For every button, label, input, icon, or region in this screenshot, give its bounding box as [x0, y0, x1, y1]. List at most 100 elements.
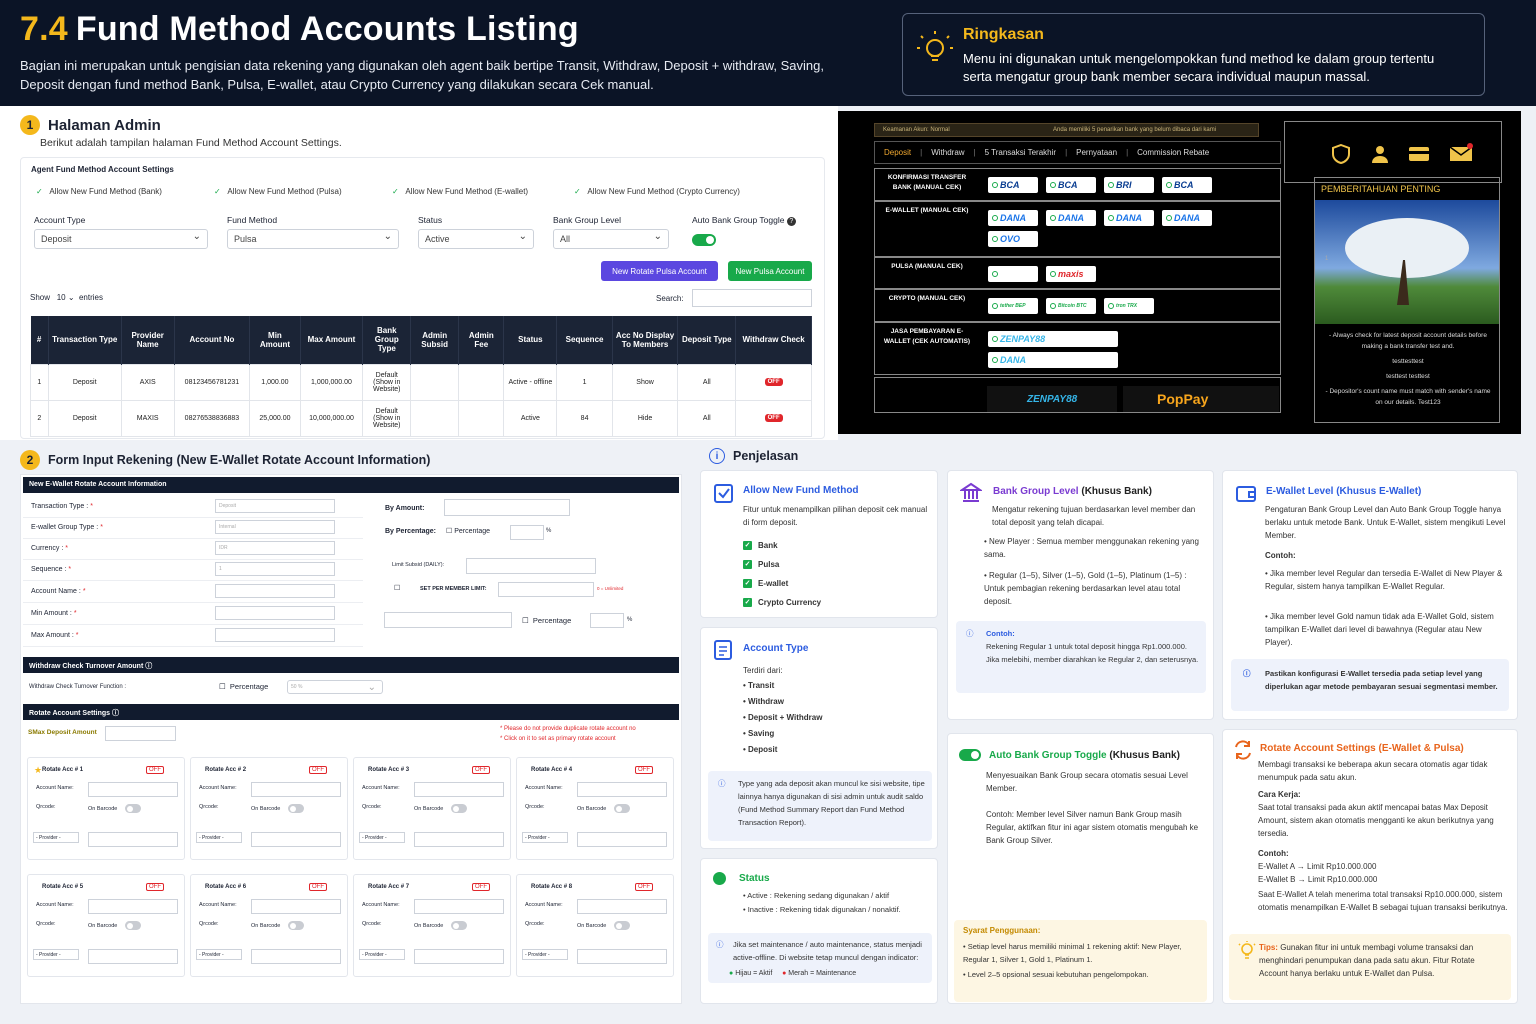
bank-group-level-select[interactable]: All [553, 229, 669, 249]
limit-input-2[interactable] [384, 612, 512, 628]
member-tab[interactable]: Commission Rebate [1137, 148, 1209, 157]
account-name-input[interactable] [577, 782, 667, 797]
table-header[interactable]: Status [503, 316, 558, 364]
barcode-toggle[interactable]: On Barcode [414, 921, 467, 930]
form-input[interactable]: IDR [215, 541, 335, 555]
account-no-input[interactable] [577, 832, 667, 847]
barcode-toggle[interactable]: On Barcode [414, 804, 467, 813]
barcode-toggle[interactable]: On Barcode [577, 804, 630, 813]
account-name-input[interactable] [414, 782, 504, 797]
barcode-toggle[interactable]: On Barcode [251, 921, 304, 930]
payment-option[interactable]: BCA [1046, 177, 1096, 193]
form-input[interactable]: 1 [215, 562, 335, 576]
form-input[interactable] [215, 628, 335, 642]
provider-select[interactable]: - Provider - [196, 832, 242, 843]
barcode-toggle[interactable]: On Barcode [577, 921, 630, 930]
payment-option[interactable]: BCA [1162, 177, 1212, 193]
table-header[interactable]: Sequence [556, 316, 613, 364]
table-header[interactable]: Transaction Type [48, 316, 122, 364]
provider-select[interactable]: - Provider - [33, 832, 79, 843]
table-header[interactable]: Acc No Display To Members [612, 316, 679, 364]
form-input[interactable] [215, 606, 335, 620]
status-select[interactable]: Active [418, 229, 534, 249]
account-name-input[interactable] [88, 899, 178, 914]
provider-select[interactable]: - Provider - [359, 949, 405, 960]
provider-select[interactable]: - Provider - [33, 949, 79, 960]
form-input[interactable]: Deposit [215, 499, 335, 513]
withdraw-check-toggle[interactable]: OFF [764, 414, 783, 422]
payment-option[interactable]: DANA [988, 210, 1038, 226]
withdraw-check-toggle[interactable]: OFF [764, 378, 783, 386]
provider-select[interactable]: - Provider - [359, 832, 405, 843]
rotate-acc-status[interactable]: OFF [635, 883, 653, 891]
payment-option[interactable]: DANA [988, 352, 1118, 368]
member-tab[interactable]: Deposit [884, 148, 911, 157]
member-tab[interactable]: 5 Transaksi Terakhir [985, 148, 1056, 157]
account-no-input[interactable] [414, 832, 504, 847]
mail-icon[interactable] [1449, 142, 1473, 162]
member-tab[interactable]: Withdraw [931, 148, 964, 157]
account-no-input[interactable] [577, 949, 667, 964]
wct-select[interactable]: 50 % [287, 680, 383, 694]
rotate-acc-status[interactable]: OFF [146, 766, 164, 774]
zenpay-logo[interactable]: ZENPAY88 [987, 386, 1117, 412]
allow-crypto-checkbox[interactable]: ✓ Allow New Fund Method (Crypto Currency… [574, 187, 794, 196]
barcode-toggle[interactable]: On Barcode [88, 804, 141, 813]
fund-method-select[interactable]: Pulsa [227, 229, 399, 249]
table-header[interactable]: Admin Fee [458, 316, 505, 364]
form-input[interactable]: Internal [215, 520, 335, 534]
payment-option[interactable]: BCA [988, 177, 1038, 193]
allow-ewallet-checkbox[interactable]: ✓ Allow New Fund Method (E-wallet) [392, 187, 582, 196]
barcode-toggle[interactable]: On Barcode [88, 921, 141, 930]
user-icon[interactable] [1370, 144, 1390, 164]
account-no-input[interactable] [251, 832, 341, 847]
table-header[interactable]: Account No [174, 316, 251, 364]
allow-pulsa-checkbox[interactable]: ✓ Allow New Fund Method (Pulsa) [214, 187, 404, 196]
payment-option[interactable] [988, 266, 1038, 282]
pct-input[interactable] [510, 525, 544, 540]
wct-checkbox[interactable]: ☐ Percentage [219, 682, 268, 691]
payment-option[interactable]: ZENPAY88 [988, 331, 1118, 347]
account-name-input[interactable] [251, 782, 341, 797]
payment-option[interactable]: maxis [1046, 266, 1096, 282]
provider-select[interactable]: - Provider - [522, 832, 568, 843]
payment-option[interactable]: tron TRX [1104, 298, 1154, 314]
new-pulsa-button[interactable]: New Pulsa Account [728, 261, 812, 281]
rotate-acc-status[interactable]: OFF [472, 883, 490, 891]
set-limit-checkbox[interactable]: ☐ [394, 584, 400, 592]
entries-select[interactable]: 10 [57, 293, 66, 302]
rotate-acc-status[interactable]: OFF [309, 883, 327, 891]
search-input[interactable] [692, 289, 812, 307]
allow-bank-checkbox[interactable]: ✓ Allow New Fund Method (Bank) [36, 187, 226, 196]
member-tab[interactable]: Pernyataan [1076, 148, 1117, 157]
account-name-input[interactable] [577, 899, 667, 914]
table-header[interactable]: Bank Group Type [362, 316, 412, 364]
member-limit-input[interactable] [498, 582, 594, 597]
rotate-acc-status[interactable]: OFF [635, 766, 653, 774]
pct2-checkbox[interactable]: ☐ Percentage [522, 616, 571, 625]
account-type-select[interactable]: Deposit [34, 229, 208, 249]
payment-option[interactable]: OVO [988, 231, 1038, 247]
account-no-input[interactable] [414, 949, 504, 964]
payment-option[interactable]: Bitcoin BTC [1046, 298, 1096, 314]
card-icon[interactable] [1408, 144, 1430, 164]
table-header[interactable]: Admin Subsid [410, 316, 460, 364]
account-name-input[interactable] [414, 899, 504, 914]
provider-select[interactable]: - Provider - [196, 949, 242, 960]
by-amount-input[interactable] [444, 499, 570, 516]
shield-icon[interactable] [1331, 144, 1351, 164]
poppay-logo[interactable]: PopPay [1123, 386, 1279, 412]
smax-input[interactable] [105, 726, 176, 741]
account-no-input[interactable] [88, 949, 178, 964]
account-name-input[interactable] [88, 782, 178, 797]
table-header[interactable]: Max Amount [300, 316, 364, 364]
payment-option[interactable]: tether BEP [988, 298, 1038, 314]
rotate-acc-status[interactable]: OFF [472, 766, 490, 774]
auto-bank-group-toggle[interactable] [692, 234, 716, 246]
barcode-toggle[interactable]: On Barcode [251, 804, 304, 813]
rotate-acc-status[interactable]: OFF [146, 883, 164, 891]
payment-option[interactable]: BRI [1104, 177, 1154, 193]
pct-checkbox[interactable]: ☐ Percentage [446, 527, 490, 535]
star-icon[interactable]: ★ [34, 765, 42, 776]
payment-option[interactable]: DANA [1162, 210, 1212, 226]
